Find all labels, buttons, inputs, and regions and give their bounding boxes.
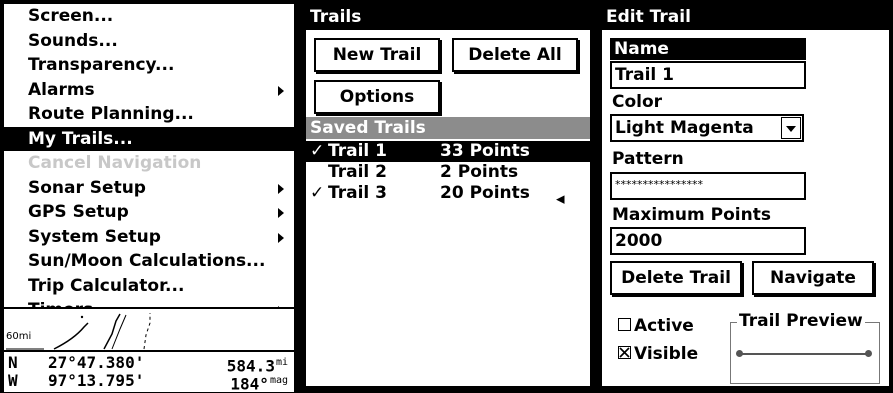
- submenu-arrow-icon: [278, 85, 284, 96]
- trail-name: Trail 3: [328, 183, 387, 203]
- distance-unit: mi: [275, 357, 288, 368]
- menu-item-label: My Trails...: [28, 128, 133, 149]
- menu-item-label: Transparency...: [28, 55, 175, 75]
- menu-item-label: Cancel Navigation: [28, 153, 202, 173]
- menu-item-label: Sonar Setup: [28, 177, 146, 198]
- visible-label: Visible: [634, 344, 699, 364]
- main-menu-panel: Screen... Sounds... Transparency... Alarms R…: [0, 0, 298, 393]
- menu-item-label: Trip Calculator...: [28, 275, 185, 296]
- trail-name: Trail 2: [328, 162, 387, 182]
- name-field[interactable]: Trail 1: [610, 61, 806, 89]
- dropdown-arrow-icon[interactable]: [781, 117, 801, 139]
- checkbox-x-icon: [619, 347, 630, 358]
- active-label: Active: [634, 316, 694, 336]
- menu-item-my-trails[interactable]: My Trails...: [4, 126, 294, 151]
- trail-points: 2 Points: [440, 162, 519, 182]
- map-scale-label: 60mi: [6, 331, 32, 342]
- trail-points: 20 Points: [440, 183, 530, 203]
- menu-item-label: System Setup: [28, 226, 161, 247]
- trail-preview-line: [736, 350, 872, 357]
- map-coastline-graphic: [6, 313, 151, 350]
- pattern-field[interactable]: ****************: [610, 172, 806, 200]
- menu-item-sonar-setup[interactable]: Sonar Setup: [4, 176, 294, 201]
- delete-trail-button[interactable]: Delete Trail: [610, 261, 742, 295]
- trail-visible-check-icon: ✓: [310, 141, 325, 161]
- navigate-button[interactable]: Navigate: [752, 261, 874, 295]
- longitude-row: W 97°13.795' 184°mag: [8, 371, 292, 393]
- menu-item-label: GPS Setup: [28, 202, 129, 222]
- menu-item-trip-calculator[interactable]: Trip Calculator...: [4, 274, 294, 299]
- menu-item-label: Route Planning...: [28, 104, 194, 124]
- menu-item-label: Sounds...: [28, 30, 118, 51]
- menu-item-label: Sun/Moon Calculations...: [28, 251, 266, 271]
- trail-points: 33 Points: [440, 141, 530, 161]
- name-label: Name: [610, 38, 806, 60]
- trail-row[interactable]: Trail 2 2 Points: [306, 162, 590, 183]
- active-checkbox-box[interactable]: [618, 318, 631, 331]
- options-button[interactable]: Options: [314, 80, 440, 114]
- maximum-points-field[interactable]: 2000: [610, 227, 806, 255]
- position-readout: N 27°47.380' 584.3mi W 97°13.795' 184°ma…: [4, 350, 294, 393]
- trail-visible-check-icon: ✓: [310, 183, 325, 203]
- edit-trail-panel: Edit Trail Name Trail 1 Color Light Mage…: [598, 0, 893, 390]
- latitude-row: N 27°47.380' 584.3mi: [8, 353, 292, 375]
- maximum-points-label: Maximum Points: [612, 205, 771, 225]
- new-trail-button[interactable]: New Trail: [314, 38, 440, 72]
- trail-cursor-arrow-icon: ◂: [556, 189, 565, 209]
- submenu-arrow-icon: [278, 208, 284, 218]
- menu-item-route-planning[interactable]: Route Planning...: [4, 102, 294, 127]
- map-preview: 60mi: [4, 307, 294, 352]
- color-selected-value: Light Magenta: [615, 118, 754, 138]
- saved-trails-header: Saved Trails: [306, 117, 590, 139]
- menu-item-screen[interactable]: Screen...: [4, 4, 294, 29]
- trail-preview-box: Trail Preview: [730, 311, 880, 384]
- heading-value: 184°: [230, 374, 269, 393]
- submenu-arrow-icon: [278, 183, 284, 194]
- menu-item-gps-setup[interactable]: GPS Setup: [4, 200, 294, 225]
- lon-hemisphere: W: [8, 371, 18, 390]
- menu-item-label: Alarms: [28, 79, 95, 100]
- heading-unit: mag: [269, 375, 288, 386]
- pattern-label: Pattern: [612, 149, 684, 169]
- color-select[interactable]: Light Magenta: [610, 114, 804, 142]
- active-checkbox[interactable]: Active: [618, 316, 694, 336]
- trail-preview-start-dot: [736, 350, 743, 357]
- trail-row[interactable]: ✓ Trail 3 20 Points ◂: [306, 183, 590, 209]
- trail-name: Trail 1: [328, 141, 387, 161]
- submenu-arrow-icon: [278, 232, 284, 243]
- visible-checkbox-box[interactable]: [618, 346, 631, 359]
- color-label: Color: [612, 92, 663, 112]
- edit-trail-title: Edit Trail: [602, 4, 889, 30]
- latitude-value: 27°47.380': [48, 353, 145, 372]
- trail-preview-end-dot: [865, 350, 872, 357]
- menu-item-label: Screen...: [28, 6, 114, 26]
- menu-item-sun-moon-calculations[interactable]: Sun/Moon Calculations...: [4, 249, 294, 274]
- longitude-value: 97°13.795': [48, 371, 145, 390]
- trails-panel: Trails New Trail Delete All Options Save…: [302, 0, 594, 390]
- menu-item-system-setup[interactable]: System Setup: [4, 225, 294, 250]
- visible-checkbox[interactable]: Visible: [618, 344, 698, 364]
- trail-row[interactable]: ✓ Trail 1 33 Points: [306, 141, 590, 162]
- lat-hemisphere: N: [8, 353, 18, 372]
- menu-item-cancel-navigation: Cancel Navigation: [4, 151, 294, 176]
- main-menu-list: Screen... Sounds... Transparency... Alarms R…: [4, 4, 294, 323]
- menu-item-transparency[interactable]: Transparency...: [4, 53, 294, 78]
- delete-all-button[interactable]: Delete All: [452, 38, 578, 72]
- menu-item-alarms[interactable]: Alarms: [4, 78, 294, 103]
- trail-preview-title: Trail Preview: [737, 311, 865, 331]
- menu-item-sounds[interactable]: Sounds...: [4, 29, 294, 54]
- trails-title: Trails: [306, 4, 590, 30]
